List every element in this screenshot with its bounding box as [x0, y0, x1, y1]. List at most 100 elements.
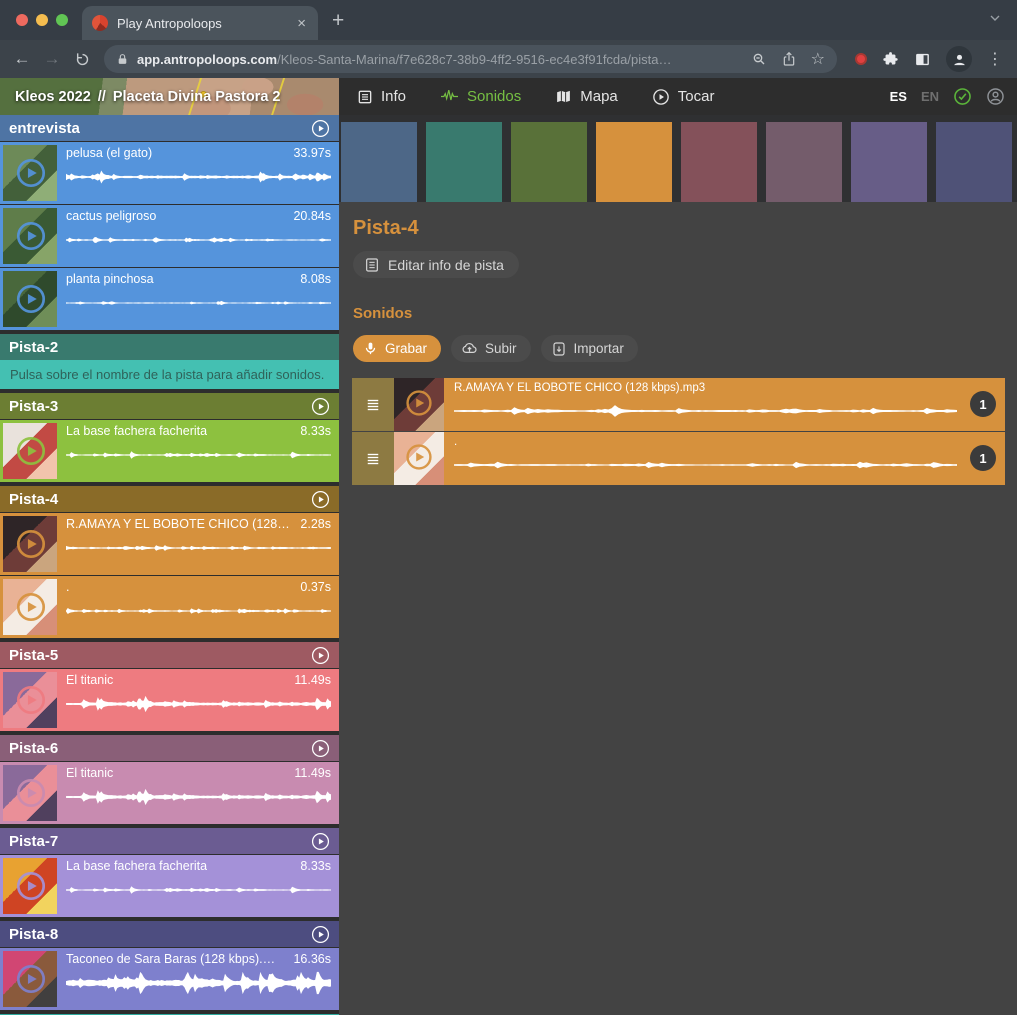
sound-thumbnail-play-button[interactable]	[3, 516, 57, 572]
sound-row[interactable]: pelusa (el gato)33.97s	[0, 142, 339, 204]
track-sound-row[interactable]: R.AMAYA Y EL BOBOTE CHICO (128 kbps).mp3…	[352, 378, 1005, 431]
sound-row-body: R.AMAYA Y EL BOBOTE CHICO (128 kbps)....…	[66, 516, 331, 572]
import-icon	[551, 341, 567, 357]
track-swatch-7[interactable]	[851, 122, 927, 202]
url-bar[interactable]: app.antropoloops.com/Kleos-Santa-Marina/…	[104, 45, 837, 73]
sound-row[interactable]: La base fachera facherita8.33s	[0, 420, 339, 482]
track-swatch-5[interactable]	[681, 122, 757, 202]
extensions-puzzle-icon[interactable]	[882, 51, 899, 68]
import-button[interactable]: Importar	[541, 335, 638, 362]
record-button[interactable]: Grabar	[353, 335, 441, 362]
side-panel-icon[interactable]	[914, 51, 931, 68]
track-name: Pista-2	[9, 339, 330, 356]
sound-duration: 16.36s	[293, 951, 331, 968]
sound-thumbnail-play-button[interactable]	[3, 672, 57, 728]
sound-row[interactable]: La base fachera facherita8.33s	[0, 855, 339, 917]
track-swatch-6[interactable]	[766, 122, 842, 202]
track-header-Pista-8[interactable]: Pista-8	[0, 921, 339, 947]
share-icon[interactable]	[781, 51, 797, 67]
sound-row-body: .0.37s	[66, 579, 331, 635]
track-header-Pista-4[interactable]: Pista-4	[0, 486, 339, 512]
new-tab-button[interactable]: +	[332, 6, 344, 36]
track-play-button[interactable]	[311, 646, 330, 665]
zoom-window-button[interactable]	[56, 14, 68, 26]
track-play-button[interactable]	[311, 119, 330, 138]
sound-row[interactable]: .0.37s	[0, 576, 339, 638]
sound-row-body: planta pinchosa8.08s	[66, 271, 331, 327]
sound-thumbnail-play-button[interactable]	[394, 432, 444, 485]
track-header-Pista-7[interactable]: Pista-7	[0, 828, 339, 854]
browser-tab[interactable]: Play Antropoloops ×	[82, 6, 318, 40]
sound-thumbnail-play-button[interactable]	[3, 145, 57, 201]
nav-tab-sonidos[interactable]: Sonidos	[440, 88, 521, 105]
sound-thumbnail-play-button[interactable]	[3, 208, 57, 264]
nav-tab-mapa[interactable]: Mapa	[555, 88, 618, 105]
sound-duration: 8.33s	[300, 858, 331, 875]
track-play-button[interactable]	[311, 832, 330, 851]
sound-waveform	[66, 599, 331, 623]
track-play-button[interactable]	[311, 397, 330, 416]
window-controls	[0, 0, 82, 40]
track-play-button[interactable]	[311, 925, 330, 944]
tab-close-icon[interactable]: ×	[295, 15, 308, 32]
sound-thumbnail-play-button[interactable]	[3, 765, 57, 821]
sound-row[interactable]: cactus peligroso20.84s	[0, 205, 339, 267]
track-swatch-2[interactable]	[426, 122, 502, 202]
track-header-Pista-5[interactable]: Pista-5	[0, 642, 339, 668]
profile-avatar-icon[interactable]	[946, 46, 972, 72]
browser-menu-icon[interactable]: ⋮	[987, 49, 1003, 69]
lang-en-button[interactable]: EN	[921, 89, 939, 104]
sound-thumbnail-play-button[interactable]	[3, 271, 57, 327]
sync-check-icon[interactable]	[953, 87, 972, 106]
sound-duration: 33.97s	[293, 145, 331, 162]
track-play-button[interactable]	[311, 739, 330, 758]
sound-waveform	[66, 785, 331, 809]
edit-track-info-button[interactable]: Editar info de pista	[353, 251, 519, 278]
bookmark-star-icon[interactable]: ☆	[811, 49, 825, 69]
account-icon[interactable]	[986, 87, 1005, 106]
track-header-Pista-3[interactable]: Pista-3	[0, 393, 339, 419]
recording-extension-icon[interactable]	[855, 53, 867, 65]
sound-title: La base fachera facherita	[66, 423, 207, 440]
sound-count-badge: 1	[970, 445, 996, 471]
sound-row-body: La base fachera facherita8.33s	[66, 423, 331, 479]
forward-button[interactable]: →	[38, 45, 66, 73]
track-swatch-3[interactable]	[511, 122, 587, 202]
tab-search-chevron-icon[interactable]	[987, 10, 1003, 31]
sound-waveform	[454, 399, 957, 423]
track-header-Pista-6[interactable]: Pista-6	[0, 735, 339, 761]
breadcrumb-page[interactable]: Placeta Divina Pastora 2	[113, 89, 281, 105]
sound-thumbnail-play-button[interactable]	[3, 423, 57, 479]
reload-button[interactable]	[68, 45, 96, 73]
sound-row[interactable]: R.AMAYA Y EL BOBOTE CHICO (128 kbps)....…	[0, 513, 339, 575]
lang-es-button[interactable]: ES	[890, 89, 907, 104]
drag-handle[interactable]	[352, 378, 394, 431]
track-swatch-8[interactable]	[936, 122, 1012, 202]
sound-row-body: El titanic11.49s	[66, 765, 331, 821]
back-button[interactable]: ←	[8, 45, 36, 73]
sound-row[interactable]: El titanic11.49s	[0, 669, 339, 731]
track-swatch-4[interactable]	[596, 122, 672, 202]
sound-row[interactable]: Taconeo de Sara Baras (128 kbps).mp316.3…	[0, 948, 339, 1010]
nav-tab-info[interactable]: Info	[357, 88, 406, 105]
project-breadcrumb[interactable]: Kleos 2022 // Placeta Divina Pastora 2	[0, 78, 339, 115]
zoom-page-icon[interactable]	[751, 51, 767, 67]
track-swatch-1[interactable]	[341, 122, 417, 202]
track-sound-row[interactable]: .1	[352, 432, 1005, 485]
drag-handle[interactable]	[352, 432, 394, 485]
sound-thumbnail-play-button[interactable]	[3, 579, 57, 635]
track-header-Pista-2[interactable]: Pista-2	[0, 334, 339, 360]
sound-row[interactable]: planta pinchosa8.08s	[0, 268, 339, 330]
track-header-entrevista[interactable]: entrevista	[0, 115, 339, 141]
track-list: entrevistapelusa (el gato)33.97scactus p…	[0, 115, 339, 1015]
close-window-button[interactable]	[16, 14, 28, 26]
sound-row[interactable]: El titanic11.49s	[0, 762, 339, 824]
sound-thumbnail-play-button[interactable]	[394, 378, 444, 431]
track-play-button[interactable]	[311, 490, 330, 509]
upload-button[interactable]: Subir	[451, 335, 531, 362]
nav-tab-tocar[interactable]: Tocar	[652, 88, 715, 106]
sound-thumbnail-play-button[interactable]	[3, 858, 57, 914]
sound-thumbnail-play-button[interactable]	[3, 951, 57, 1007]
breadcrumb-project[interactable]: Kleos 2022	[15, 89, 91, 105]
minimize-window-button[interactable]	[36, 14, 48, 26]
